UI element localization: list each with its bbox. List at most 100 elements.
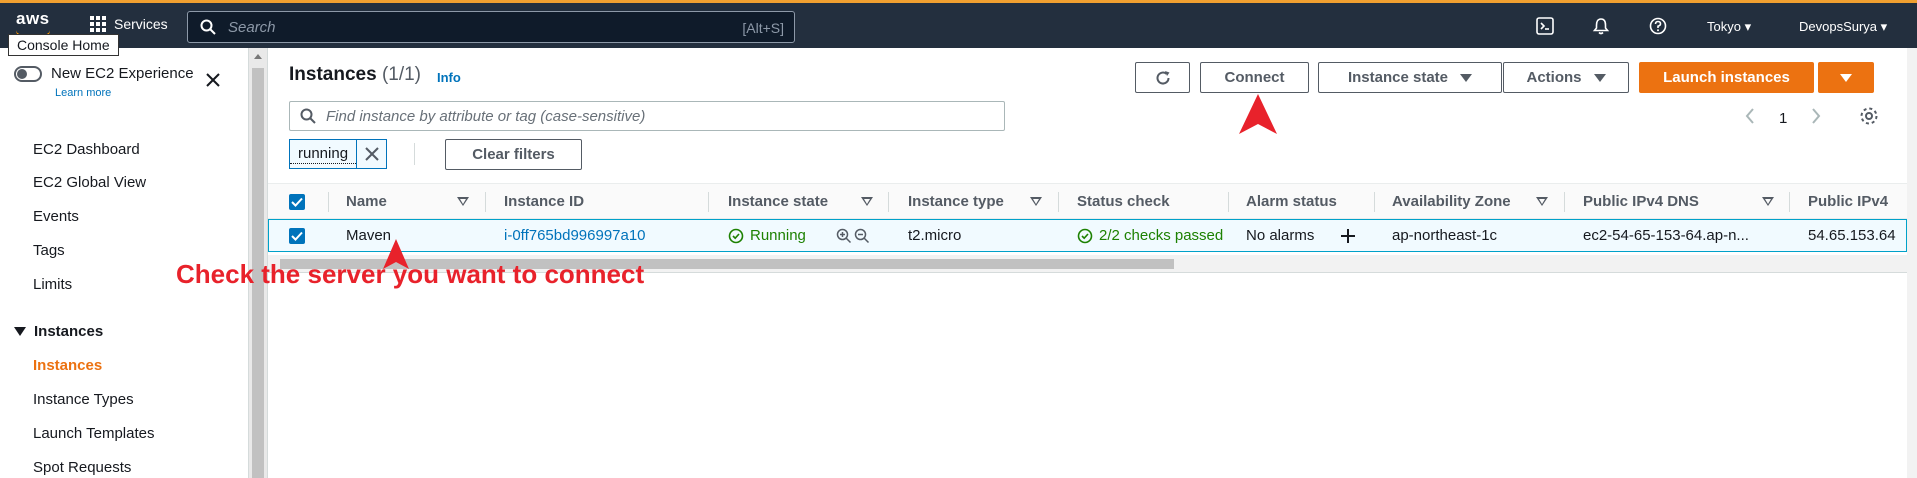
column-header-instance-id[interactable]: Instance ID bbox=[504, 193, 584, 210]
actions-dropdown[interactable]: Actions bbox=[1503, 62, 1629, 93]
close-icon[interactable] bbox=[205, 72, 221, 93]
sidebar-item-ec2-dashboard[interactable]: EC2 Dashboard bbox=[33, 141, 140, 158]
current-page[interactable]: 1 bbox=[1779, 110, 1787, 127]
column-header-alarm-status[interactable]: Alarm status bbox=[1246, 193, 1337, 210]
sidebar-item-limits[interactable]: Limits bbox=[33, 276, 72, 293]
column-header-name[interactable]: Name bbox=[346, 193, 387, 210]
search-placeholder: Search bbox=[228, 19, 276, 36]
cloudshell-icon[interactable] bbox=[1536, 17, 1554, 40]
services-label: Services bbox=[114, 16, 168, 32]
refresh-button[interactable] bbox=[1135, 62, 1190, 93]
column-divider bbox=[1374, 192, 1375, 212]
state-label: Running bbox=[750, 227, 806, 244]
caret-down-icon bbox=[14, 326, 26, 336]
launch-label: Launch instances bbox=[1663, 69, 1790, 86]
column-header-instance-state[interactable]: Instance state bbox=[728, 193, 828, 210]
sort-icon[interactable] bbox=[1536, 197, 1548, 206]
column-divider bbox=[888, 192, 889, 212]
new-experience-toggle[interactable] bbox=[14, 66, 42, 82]
caret-down-icon bbox=[1593, 73, 1606, 82]
help-icon[interactable] bbox=[1649, 17, 1667, 40]
account-menu[interactable]: DevopsSurya ▾ bbox=[1799, 19, 1887, 35]
sort-icon[interactable] bbox=[457, 197, 469, 206]
sort-icon[interactable] bbox=[861, 197, 873, 206]
page-scrollbar[interactable] bbox=[1907, 48, 1917, 478]
column-divider bbox=[708, 192, 709, 212]
select-all-checkbox[interactable] bbox=[289, 194, 305, 210]
new-experience-label: New EC2 Experience bbox=[51, 65, 194, 82]
instance-state-dropdown[interactable]: Instance state bbox=[1318, 62, 1502, 93]
annotation-arrow-up-icon bbox=[1239, 94, 1277, 134]
caret-down-icon bbox=[1460, 73, 1473, 82]
column-divider bbox=[485, 192, 486, 212]
aws-logo[interactable]: aws bbox=[16, 9, 50, 29]
row-checkbox[interactable] bbox=[289, 228, 305, 244]
column-divider bbox=[1228, 192, 1229, 212]
sidebar-item-instance-types[interactable]: Instance Types bbox=[33, 391, 134, 408]
table-row[interactable]: Maven i-0ff765bd996997a10 Running t2.mic… bbox=[268, 219, 1907, 252]
scroll-up-arrow[interactable] bbox=[254, 54, 262, 59]
column-header-availability-zone[interactable]: Availability Zone bbox=[1392, 193, 1511, 210]
global-search-input[interactable]: Search [Alt+S] bbox=[187, 11, 795, 43]
page-title: Instances (1/1) bbox=[289, 64, 421, 86]
title-text: Instances bbox=[289, 64, 377, 85]
check-circle-icon bbox=[728, 228, 744, 243]
search-icon bbox=[200, 19, 216, 40]
column-header-public-dns[interactable]: Public IPv4 DNS bbox=[1583, 193, 1699, 210]
sidebar-section-label: Instances bbox=[34, 323, 104, 340]
add-alarm-icon[interactable] bbox=[1340, 228, 1356, 249]
column-header-instance-type[interactable]: Instance type bbox=[908, 193, 1004, 210]
learn-more-link[interactable]: Learn more bbox=[55, 87, 111, 99]
filter-token: running bbox=[289, 139, 388, 169]
cell-availability-zone: ap-northeast-1c bbox=[1392, 227, 1498, 244]
cell-status-check[interactable]: 2/2 checks passed bbox=[1077, 227, 1223, 244]
cell-instance-type: t2.micro bbox=[908, 227, 962, 244]
status-check-label: 2/2 checks passed bbox=[1099, 227, 1224, 244]
column-header-public-ipv4[interactable]: Public IPv4 bbox=[1808, 193, 1888, 210]
services-menu-button[interactable]: Services bbox=[90, 16, 168, 32]
cell-public-dns: ec2-54-65-153-64.ap-n... bbox=[1583, 227, 1749, 244]
sidebar-item-tags[interactable]: Tags bbox=[33, 242, 65, 259]
chevron-left-icon[interactable] bbox=[1745, 108, 1755, 128]
account-label: DevopsSurya bbox=[1799, 19, 1878, 34]
launch-instances-button[interactable]: Launch instances bbox=[1639, 62, 1814, 93]
pagination: 1 bbox=[1745, 106, 1879, 130]
search-shortcut: [Alt+S] bbox=[742, 20, 784, 36]
sidebar-item-instances[interactable]: Instances bbox=[33, 357, 102, 374]
column-divider bbox=[1789, 192, 1790, 212]
zoom-out-icon[interactable] bbox=[854, 228, 870, 249]
sidebar-item-events[interactable]: Events bbox=[33, 208, 79, 225]
zoom-in-icon[interactable] bbox=[836, 228, 852, 249]
chevron-right-icon[interactable] bbox=[1811, 108, 1821, 128]
instance-count: (1/1) bbox=[381, 64, 422, 85]
connect-button[interactable]: Connect bbox=[1200, 62, 1309, 93]
column-header-status-check[interactable]: Status check bbox=[1077, 193, 1170, 210]
sidebar-item-launch-templates[interactable]: Launch Templates bbox=[33, 425, 154, 442]
sidebar-item-ec2-global-view[interactable]: EC2 Global View bbox=[33, 174, 146, 191]
caret-down-icon bbox=[1840, 73, 1852, 82]
gear-icon[interactable] bbox=[1859, 106, 1879, 130]
region-label: Tokyo bbox=[1707, 19, 1741, 34]
filter-token-label[interactable]: running bbox=[290, 145, 357, 164]
filter-placeholder: Find instance by attribute or tag (case-… bbox=[326, 108, 646, 125]
refresh-icon bbox=[1156, 70, 1170, 85]
clear-filters-button[interactable]: Clear filters bbox=[445, 139, 582, 170]
column-divider bbox=[1058, 192, 1059, 212]
sort-icon[interactable] bbox=[1762, 197, 1774, 206]
region-selector[interactable]: Tokyo ▾ bbox=[1707, 19, 1751, 35]
sort-icon[interactable] bbox=[1030, 197, 1042, 206]
console-home-tooltip: Console Home bbox=[8, 34, 119, 56]
sidebar-item-spot-requests[interactable]: Spot Requests bbox=[33, 459, 131, 476]
actions-label: Actions bbox=[1526, 69, 1582, 86]
launch-dropdown-button[interactable] bbox=[1818, 62, 1874, 93]
connect-label: Connect bbox=[1224, 69, 1285, 86]
search-icon bbox=[300, 108, 316, 129]
close-icon bbox=[364, 147, 379, 161]
cell-instance-id-link[interactable]: i-0ff765bd996997a10 bbox=[504, 227, 646, 244]
info-link[interactable]: Info bbox=[437, 70, 461, 85]
sidebar-section-instances[interactable]: Instances bbox=[14, 323, 103, 340]
column-divider bbox=[1564, 192, 1565, 212]
remove-filter-button[interactable] bbox=[356, 140, 386, 168]
instance-filter-input[interactable]: Find instance by attribute or tag (case-… bbox=[289, 101, 1005, 131]
bell-icon[interactable] bbox=[1592, 17, 1610, 40]
